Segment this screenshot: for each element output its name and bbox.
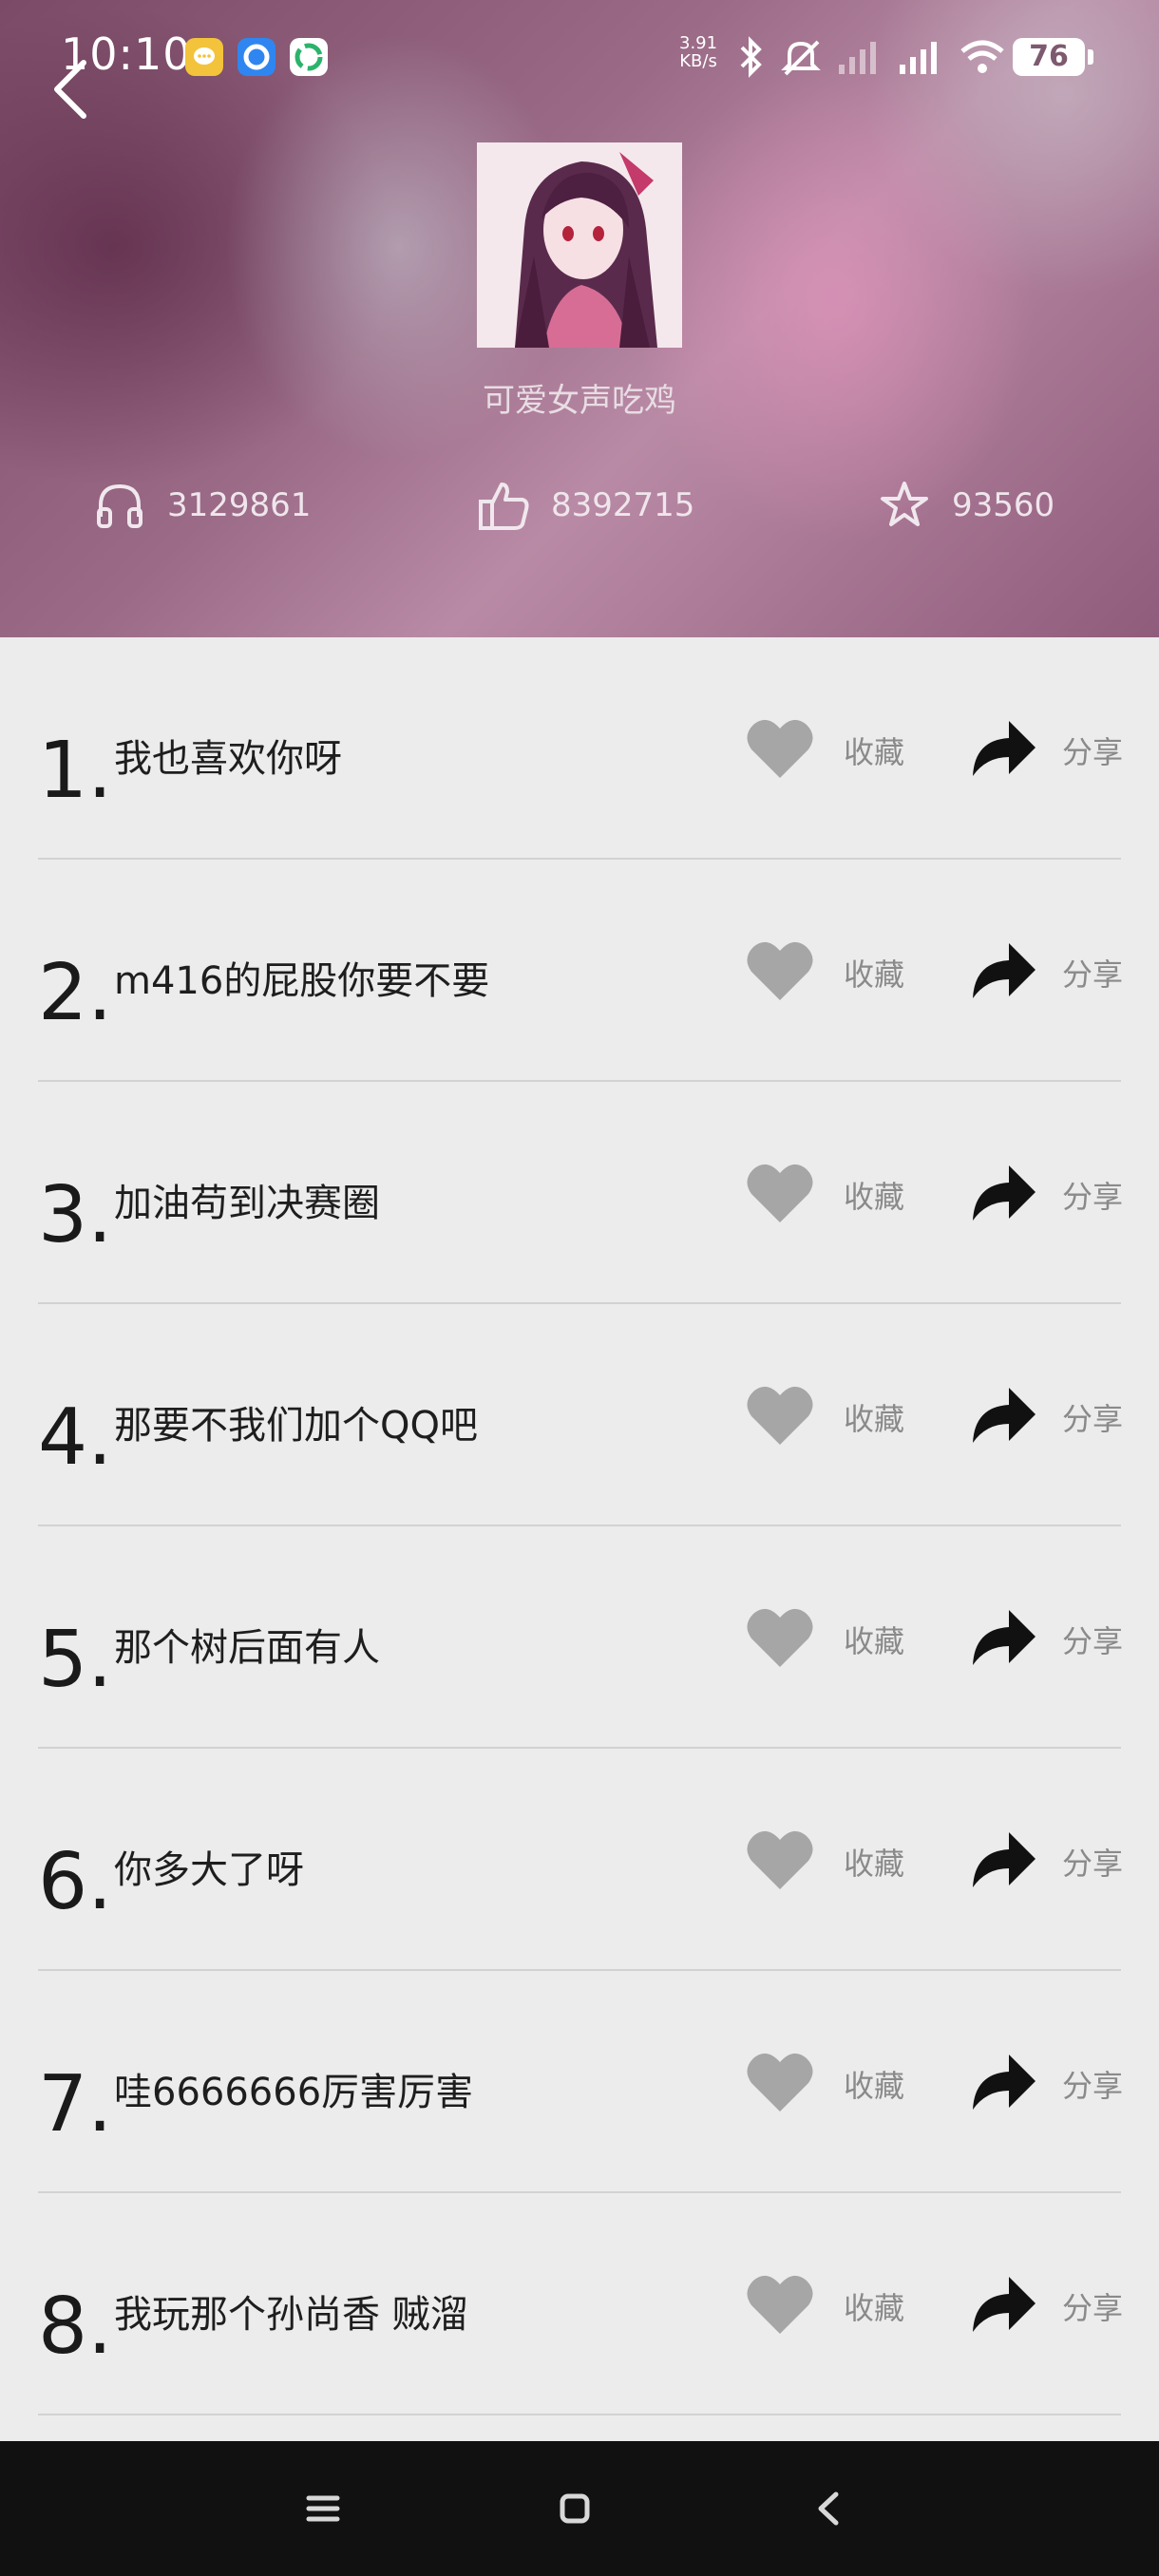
page-title: 可爱女声吃鸡 [483, 382, 676, 420]
like-count-value: 8392715 [551, 486, 695, 524]
list-item[interactable]: 6. 你多大了呀 收藏 分享 [0, 1749, 1159, 1971]
share-icon[interactable] [971, 719, 1037, 778]
item-text[interactable]: 我也喜欢你呀 [114, 728, 342, 783]
network-speed-unit: KB/s [679, 51, 717, 71]
favorite-button[interactable]: 收藏 [844, 2062, 904, 2106]
item-number: 1. [38, 726, 113, 816]
home-icon [560, 2493, 590, 2524]
share-button[interactable]: 分享 [1062, 1173, 1123, 1217]
divider [38, 2414, 1121, 2415]
favorite-button[interactable]: 收藏 [844, 729, 904, 772]
share-icon[interactable] [971, 1830, 1037, 1889]
item-text[interactable]: 那个树后面有人 [114, 1617, 380, 1672]
favorite-count-stat: 93560 [878, 475, 1054, 536]
item-text[interactable]: 加油苟到决赛圈 [114, 1172, 380, 1227]
avatar [477, 142, 682, 348]
heart-icon[interactable] [746, 1827, 814, 1891]
favorite-button[interactable]: 收藏 [844, 951, 904, 994]
heart-icon[interactable] [746, 938, 814, 1002]
share-button[interactable]: 分享 [1062, 1395, 1123, 1439]
share-button[interactable]: 分享 [1062, 951, 1123, 994]
list-item[interactable]: 1. 我也喜欢你呀 收藏 分享 [0, 637, 1159, 860]
thumbs-up-icon [479, 483, 529, 530]
battery-tip [1088, 49, 1093, 65]
share-icon[interactable] [971, 941, 1037, 1000]
browser-app-icon [238, 38, 276, 76]
item-number: 7. [38, 2059, 113, 2150]
heart-icon[interactable] [746, 1160, 814, 1224]
battery-indicator: 76 [1013, 38, 1085, 76]
list-item[interactable]: 3. 加油苟到决赛圈 收藏 分享 [0, 1082, 1159, 1304]
favorite-button[interactable]: 收藏 [844, 1840, 904, 1884]
item-number: 5. [38, 1615, 113, 1705]
back-button[interactable] [46, 55, 103, 122]
item-number: 4. [38, 1392, 113, 1483]
item-number: 3. [38, 1170, 113, 1260]
favorite-button[interactable]: 收藏 [844, 1173, 904, 1217]
network-speed: 3.91 KB/s [679, 34, 717, 70]
home-button[interactable] [542, 2475, 608, 2542]
item-text[interactable]: 你多大了呀 [114, 1839, 304, 1894]
favorite-count-value: 93560 [952, 486, 1055, 524]
favorite-button[interactable]: 收藏 [844, 1395, 904, 1439]
share-button[interactable]: 分享 [1062, 1840, 1123, 1884]
item-text[interactable]: 我玩那个孙尚香 贼溜 [114, 2283, 468, 2339]
list-item[interactable]: 5. 那个树后面有人 收藏 分享 [0, 1526, 1159, 1749]
bluetooth-icon [740, 36, 762, 78]
share-icon[interactable] [971, 1164, 1037, 1222]
favorite-button[interactable]: 收藏 [844, 1618, 904, 1661]
status-icons [736, 30, 1006, 84]
network-speed-value: 3.91 [679, 33, 718, 53]
list-item[interactable]: 7. 哇6666666厉害厉害 收藏 分享 [0, 1971, 1159, 2193]
item-text[interactable]: m416的屁股你要不要 [114, 950, 489, 1005]
heart-icon[interactable] [746, 715, 814, 780]
voice-list: 1. 我也喜欢你呀 收藏 分享 2. m416的屁股你要不要 收藏 分享 3. … [0, 637, 1159, 2415]
heart-icon[interactable] [746, 2049, 814, 2113]
headphones-icon [97, 483, 142, 528]
share-button[interactable]: 分享 [1062, 729, 1123, 772]
share-icon[interactable] [971, 2053, 1037, 2112]
wifi-icon [960, 40, 1004, 73]
share-icon[interactable] [971, 1386, 1037, 1445]
menu-icon [306, 2495, 340, 2522]
item-number: 2. [38, 948, 113, 1038]
item-text[interactable]: 那要不我们加个QQ吧 [114, 1394, 478, 1449]
signal-icon [900, 42, 937, 74]
share-button[interactable]: 分享 [1062, 1618, 1123, 1661]
message-app-icon [185, 38, 223, 76]
item-text[interactable]: 哇6666666厉害厉害 [114, 2061, 473, 2116]
like-count-stat: 8392715 [477, 475, 694, 536]
share-icon[interactable] [971, 1608, 1037, 1667]
mute-icon [781, 40, 821, 76]
signal-icon [839, 42, 876, 74]
list-item[interactable]: 2. m416的屁股你要不要 收藏 分享 [0, 860, 1159, 1082]
share-button[interactable]: 分享 [1062, 2062, 1123, 2106]
heart-icon[interactable] [746, 1382, 814, 1447]
system-back-button[interactable] [796, 2475, 863, 2542]
system-nav-bar [0, 2441, 1159, 2576]
play-count-value: 3129861 [167, 486, 312, 524]
heart-icon[interactable] [746, 2271, 814, 2336]
sync-app-icon [290, 38, 328, 76]
status-bar: 10:10 3.91 KB/s 76 [0, 0, 1159, 114]
profile-header: 10:10 3.91 KB/s 76 可爱女声吃鸡 3129861 839271… [0, 0, 1159, 637]
play-count-stat: 3129861 [93, 475, 311, 536]
menu-button[interactable] [290, 2475, 356, 2542]
share-button[interactable]: 分享 [1062, 2284, 1123, 2328]
back-icon [818, 2491, 839, 2526]
heart-icon[interactable] [746, 1604, 814, 1669]
favorite-button[interactable]: 收藏 [844, 2284, 904, 2328]
item-number: 8. [38, 2282, 113, 2372]
list-item[interactable]: 8. 我玩那个孙尚香 贼溜 收藏 分享 [0, 2193, 1159, 2415]
star-icon [881, 482, 928, 526]
list-item[interactable]: 4. 那要不我们加个QQ吧 收藏 分享 [0, 1304, 1159, 1526]
item-number: 6. [38, 1837, 113, 1927]
share-icon[interactable] [971, 2275, 1037, 2334]
